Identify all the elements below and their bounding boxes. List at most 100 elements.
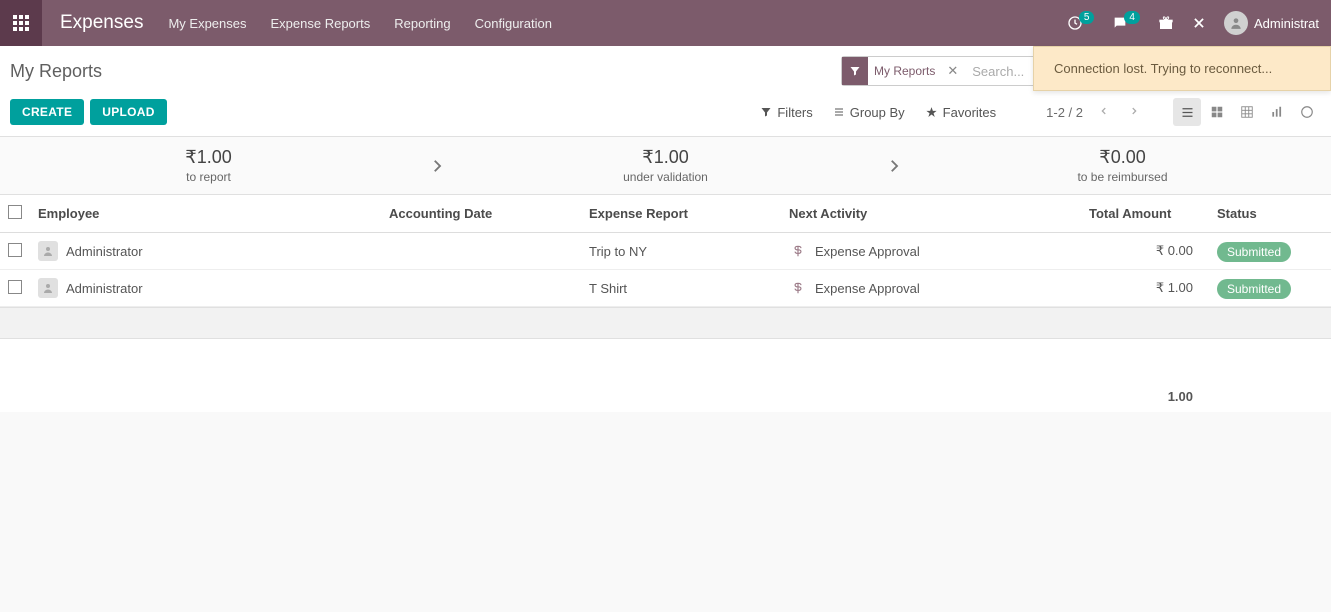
col-accounting-date[interactable]: Accounting Date [381,195,581,233]
create-button[interactable]: CREATE [10,99,84,125]
table-row[interactable]: Administrator Trip to NY Expense Approva… [0,233,1331,270]
discuss-button[interactable]: 4 [1112,15,1140,31]
view-list[interactable] [1173,98,1201,126]
status-reimbursed[interactable]: ₹0.00 to be reimbursed [914,137,1331,194]
activities-button[interactable]: 5 [1067,15,1095,31]
col-status[interactable]: Status [1201,195,1331,233]
reimb-label: to be reimbursed [1077,170,1167,184]
discuss-badge: 4 [1124,11,1140,24]
favorites-dropdown[interactable]: Favorites [925,105,996,120]
gift-icon [1158,15,1174,31]
navbar: Expenses My Expenses Expense Reports Rep… [0,0,1331,46]
under-val-label: under validation [623,170,708,184]
activity-view-icon [1300,105,1314,119]
filter-icon [842,57,868,85]
status-summary: ₹1.00 to report ₹1.00 under validation ₹… [0,137,1331,195]
expense-table: Employee Accounting Date Expense Report … [0,195,1331,307]
facet-remove[interactable]: ✕ [941,63,964,79]
status-to-report[interactable]: ₹1.00 to report [0,137,417,194]
app-switcher[interactable] [0,0,42,46]
breadcrumb: My Reports [10,61,102,82]
next-activity: Expense Approval [815,281,920,296]
col-total-amount[interactable]: Total Amount [1081,195,1201,233]
nav-expense-reports[interactable]: Expense Reports [271,16,371,31]
download-icon [179,105,193,119]
col-expense-report[interactable]: Expense Report [581,195,781,233]
table-gap [0,307,1331,339]
employee-name: Administrator [66,244,143,259]
table-footer: 1.00 [0,339,1331,412]
groupby-label: Group By [850,105,905,120]
pager-next[interactable] [1125,101,1143,124]
status-badge: Submitted [1217,279,1291,299]
search-facet: My Reports ✕ [842,57,964,85]
view-switcher [1173,98,1321,126]
employee-avatar-icon [38,278,58,298]
reimb-amount: ₹0.00 [1099,147,1146,168]
to-report-amount: ₹1.00 [185,147,232,168]
pager-text[interactable]: 1-2 / 2 [1046,105,1083,120]
debug-button[interactable] [1192,16,1206,30]
expense-report-name: T Shirt [581,270,781,307]
gift-button[interactable] [1158,15,1174,31]
total-amount: ₹ 1.00 [1081,270,1201,307]
to-report-label: to report [186,170,231,184]
filter-icon [760,106,772,118]
user-menu[interactable]: Administrat [1224,11,1319,35]
pager: 1-2 / 2 [1046,101,1143,124]
user-avatar-icon [1224,11,1248,35]
kanban-view-icon [1210,105,1224,119]
groupby-dropdown[interactable]: Group By [833,105,905,120]
nav-configuration[interactable]: Configuration [475,16,552,31]
status-under-validation[interactable]: ₹1.00 under validation [457,137,874,194]
select-all-checkbox[interactable] [8,205,22,219]
user-name: Administrat [1254,16,1319,31]
pivot-view-icon [1240,105,1254,119]
view-kanban[interactable] [1203,98,1231,126]
filters-label: Filters [777,105,812,120]
table-row[interactable]: Administrator T Shirt Expense Approval ₹… [0,270,1331,307]
total-amount: ₹ 0.00 [1081,233,1201,270]
dollar-icon [789,242,807,260]
favorites-label: Favorites [943,105,996,120]
footer-total: 1.00 [1081,339,1201,412]
pager-prev[interactable] [1095,101,1113,124]
nav-menu: My Expenses Expense Reports Reporting Co… [168,16,551,31]
activities-badge: 5 [1079,11,1095,24]
view-graph[interactable] [1263,98,1291,126]
under-val-amount: ₹1.00 [642,147,689,168]
chevron-right-icon [1129,105,1139,117]
col-employee[interactable]: Employee [30,195,381,233]
upload-button[interactable]: UPLOAD [90,99,166,125]
footer-table: 1.00 [0,339,1331,412]
employee-name: Administrator [66,281,143,296]
view-pivot[interactable] [1233,98,1261,126]
status-arrow-1 [417,137,457,194]
toast-message: Connection lost. Trying to reconnect... [1054,61,1272,76]
connection-toast: Connection lost. Trying to reconnect... [1033,46,1331,91]
app-brand[interactable]: Expenses [60,12,143,34]
expense-report-name: Trip to NY [581,233,781,270]
status-badge: Submitted [1217,242,1291,262]
nav-reporting[interactable]: Reporting [394,16,450,31]
dollar-icon [789,279,807,297]
download-button[interactable] [179,105,193,119]
close-icon [1192,16,1206,30]
accounting-date [381,270,581,307]
view-activity[interactable] [1293,98,1321,126]
nav-right: 5 4 Administrat [1067,11,1331,35]
grid-icon [13,15,29,31]
chevron-left-icon [1099,105,1109,117]
next-activity: Expense Approval [815,244,920,259]
nav-my-expenses[interactable]: My Expenses [168,16,246,31]
chevron-right-icon [428,153,446,179]
row-checkbox[interactable] [8,243,22,257]
chevron-right-icon [885,153,903,179]
list-view-icon [1180,105,1195,120]
col-next-activity[interactable]: Next Activity [781,195,1081,233]
filters-dropdown[interactable]: Filters [760,105,812,120]
graph-view-icon [1270,105,1284,119]
star-icon [925,106,938,119]
facet-label: My Reports [868,64,941,78]
row-checkbox[interactable] [8,280,22,294]
